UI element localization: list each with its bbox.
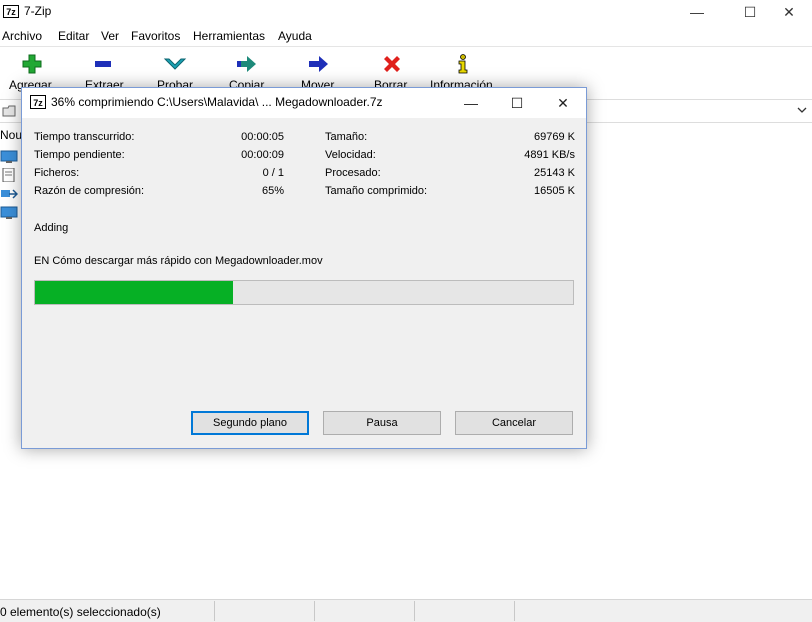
menu-favoritos[interactable]: Favoritos: [131, 29, 180, 43]
7zip-logo-icon: 7z: [3, 5, 19, 18]
files-value: 0 / 1: [262, 167, 284, 179]
up-folder-icon[interactable]: [2, 103, 16, 117]
menu-archivo[interactable]: Archivo: [2, 29, 42, 43]
minus-icon: [91, 52, 115, 76]
copy-arrow-icon: [235, 52, 259, 76]
compressed-size-value: 16505 K: [534, 185, 575, 197]
menu-ayuda[interactable]: Ayuda: [278, 29, 312, 43]
dialog-titlebar: 7z 36% comprimiendo C:\Users\Malavida\ .…: [22, 88, 586, 118]
toolbar-separator: [0, 46, 812, 47]
cancel-button[interactable]: Cancelar: [455, 411, 573, 435]
remaining-time-label: Tiempo pendiente:: [34, 149, 125, 161]
operation-status: Adding: [34, 222, 69, 234]
menu-ver[interactable]: Ver: [101, 29, 119, 43]
window-title: 7-Zip: [24, 4, 52, 18]
monitor-icon: [0, 206, 18, 219]
progress-bar: [34, 280, 574, 305]
status-divider: [514, 601, 515, 621]
close-button[interactable]: ✕: [766, 0, 812, 24]
remaining-time-value: 00:00:09: [241, 149, 284, 161]
processed-label: Procesado:: [325, 167, 381, 179]
pause-button[interactable]: Pausa: [323, 411, 441, 435]
menu-bar: Archivo Editar Ver Favoritos Herramienta…: [0, 26, 812, 46]
progress-bar-fill: [35, 281, 233, 304]
compressed-size-label: Tamaño comprimido:: [325, 185, 428, 197]
main-titlebar: 7z 7-Zip — ☐ ✕: [0, 0, 812, 24]
compression-progress-dialog: 7z 36% comprimiendo C:\Users\Malavida\ .…: [21, 87, 587, 449]
column-header-name[interactable]: Nou: [0, 128, 22, 142]
move-arrow-icon: [307, 52, 331, 76]
plus-icon: [20, 52, 44, 76]
document-icon: [2, 168, 15, 182]
elapsed-time-label: Tiempo transcurrido:: [34, 131, 135, 143]
status-divider: [214, 601, 215, 621]
network-icon: [1, 189, 18, 199]
check-icon: [163, 52, 187, 76]
dialog-maximize-button[interactable]: ☐: [494, 88, 540, 118]
current-file-name: EN Cómo descargar más rápido con Megadow…: [34, 255, 323, 267]
speed-value: 4891 KB/s: [524, 149, 575, 161]
dialog-minimize-button[interactable]: —: [448, 88, 494, 118]
status-divider: [414, 601, 415, 621]
speed-label: Velocidad:: [325, 149, 376, 161]
dialog-close-button[interactable]: ✕: [540, 88, 586, 118]
chevron-down-icon[interactable]: [796, 105, 808, 115]
dialog-title: 36% comprimiendo C:\Users\Malavida\ ... …: [51, 95, 383, 109]
elapsed-time-value: 00:00:05: [241, 131, 284, 143]
status-divider: [314, 601, 315, 621]
files-label: Ficheros:: [34, 167, 80, 179]
processed-value: 25143 K: [534, 167, 575, 179]
size-label: Tamaño:: [325, 131, 368, 143]
compression-ratio-value: 65%: [261, 185, 284, 197]
menu-editar[interactable]: Editar: [58, 29, 89, 43]
computer-icon: [0, 150, 18, 163]
background-button[interactable]: Segundo plano: [191, 411, 309, 435]
compression-ratio-label: Razón de compresión:: [34, 185, 145, 197]
delete-x-icon: [380, 52, 404, 76]
minimize-button[interactable]: —: [674, 0, 720, 24]
menu-herramientas[interactable]: Herramientas: [193, 29, 265, 43]
size-value: 69769 K: [534, 131, 575, 143]
7zip-logo-icon: 7z: [30, 95, 46, 109]
info-icon: [451, 52, 475, 76]
status-selection-text: 0 elemento(s) seleccionado(s): [0, 605, 161, 619]
